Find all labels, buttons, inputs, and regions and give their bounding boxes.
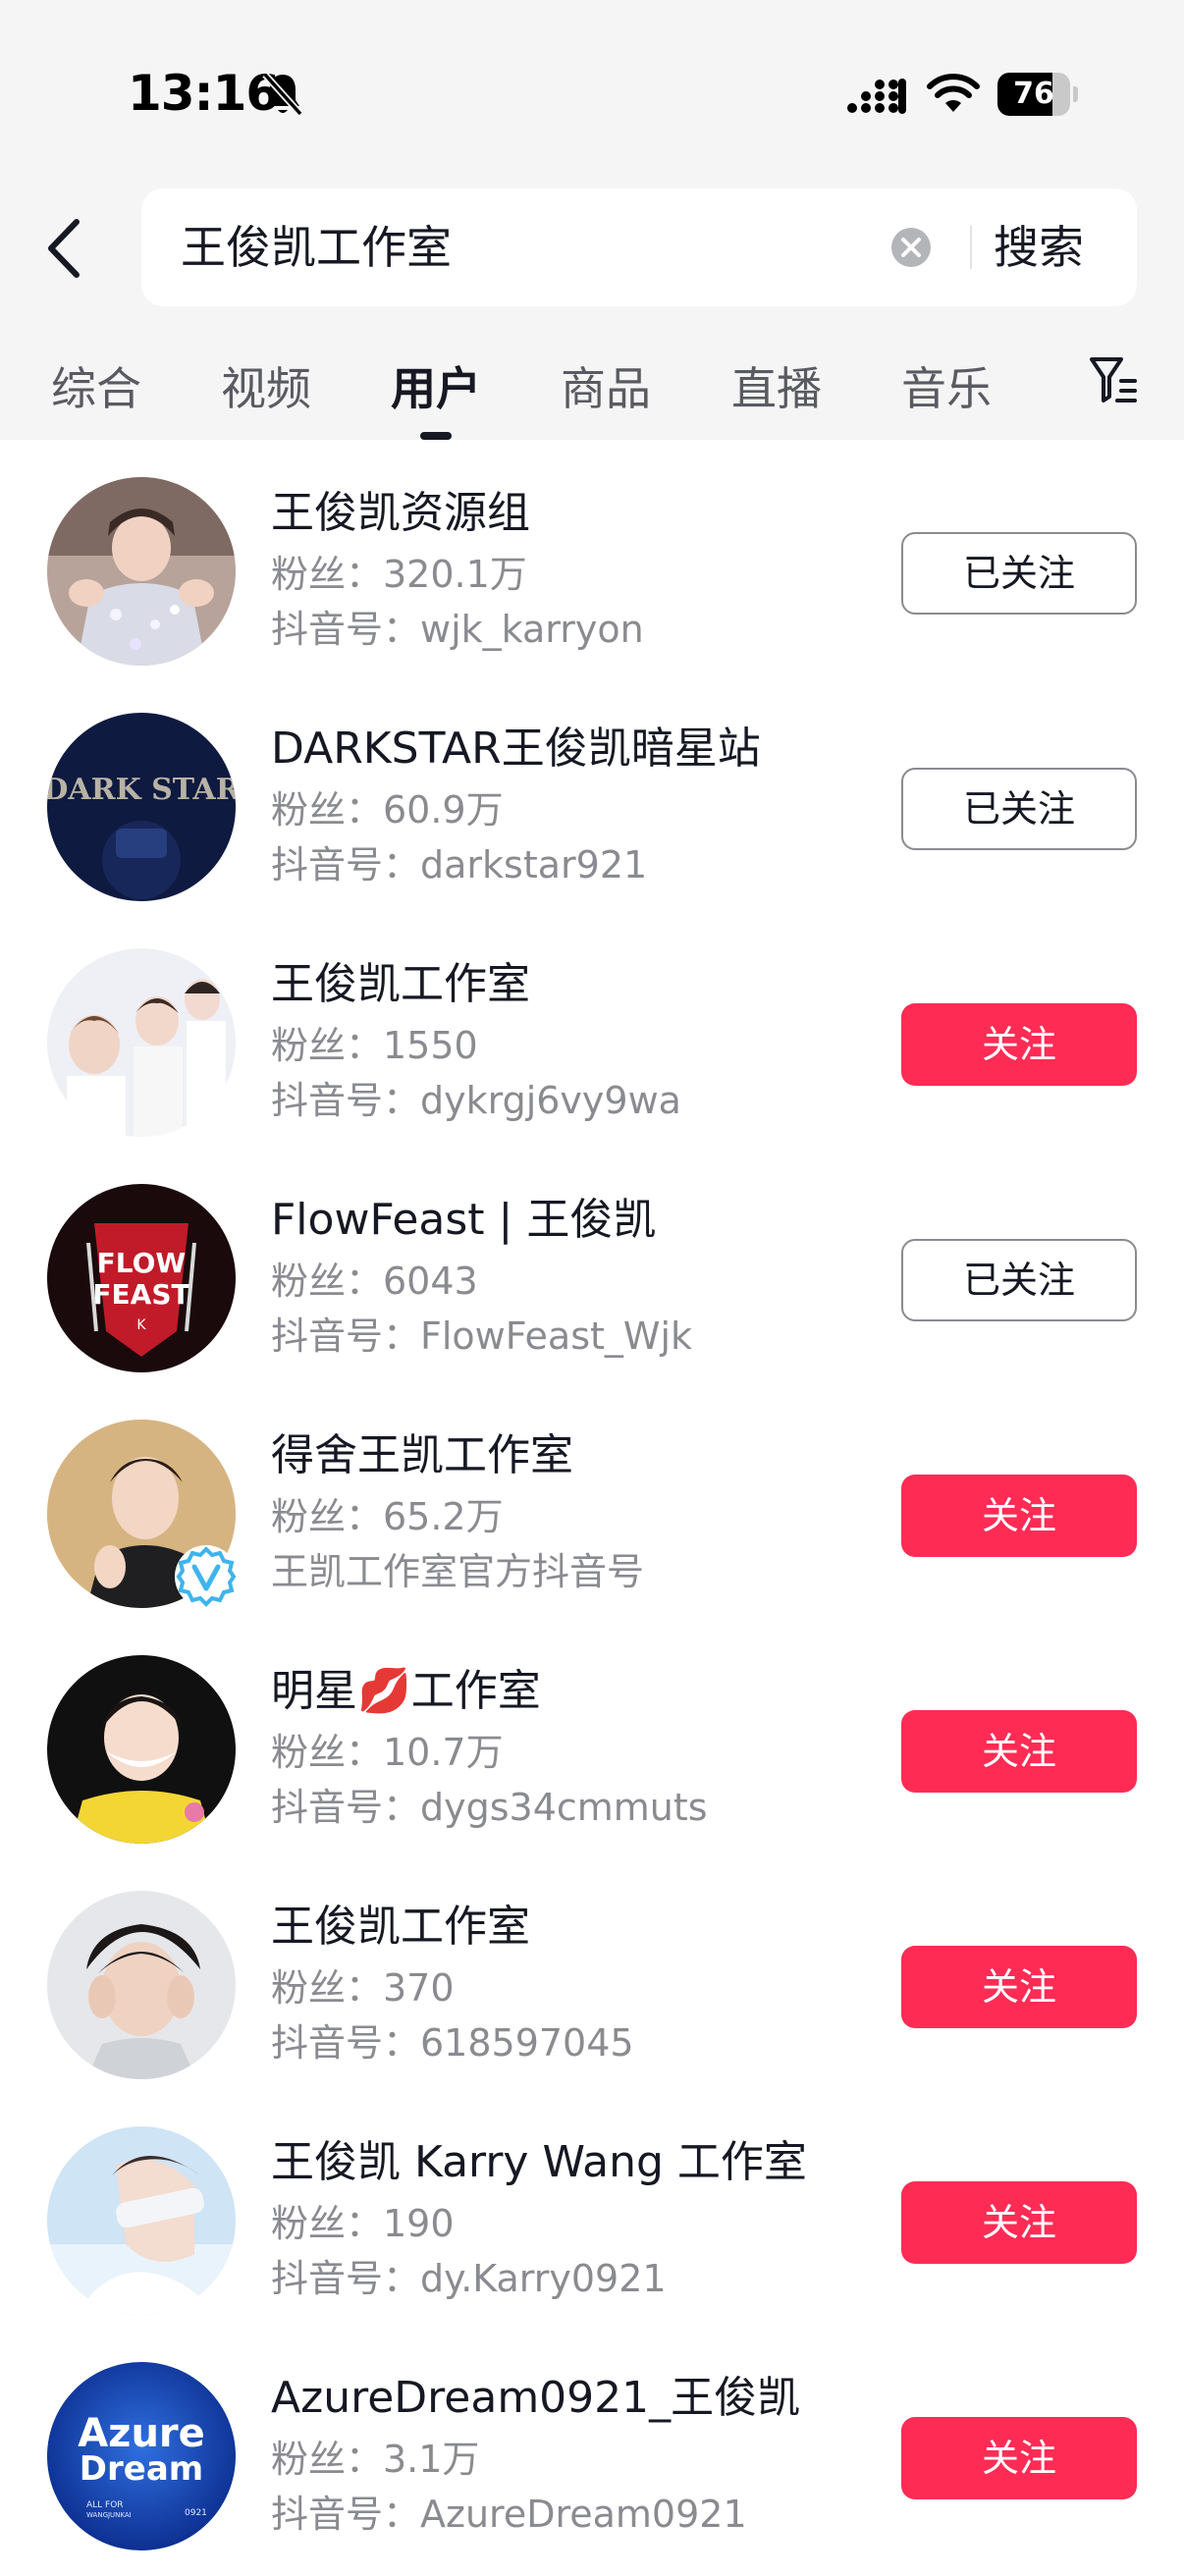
avatar-wangjunkai-text: WANGJUNKAI <box>86 2511 132 2519</box>
follow-button[interactable]: 关注 <box>901 1946 1137 2028</box>
avatar[interactable] <box>47 1891 236 2079</box>
user-id: 抖音号：618597045 <box>271 2021 634 2065</box>
user-fans: 粉丝：1550 <box>271 1024 478 1067</box>
avatar[interactable]: Azure Dream ALL FOR WANGJUNKAI 0921 <box>47 2362 236 2550</box>
user-id: 抖音号：dygs34cmmuts <box>271 1786 708 1829</box>
bell-off-icon <box>262 72 303 117</box>
avatar[interactable] <box>47 1655 236 1844</box>
user-id: 抖音号：darkstar921 <box>271 843 648 886</box>
avatar[interactable] <box>47 2126 236 2315</box>
tab-live[interactable]: 直播 <box>731 353 822 418</box>
user-fans: 粉丝：60.9万 <box>271 788 504 832</box>
user-name: 王俊凯资源组 <box>271 488 530 538</box>
followed-button[interactable]: 已关注 <box>901 1239 1137 1321</box>
clear-icon[interactable] <box>889 226 933 269</box>
avatar-feast-text: FEAST <box>92 1278 189 1311</box>
user-row[interactable]: DARK STAR DARKSTAR王俊凯暗星站 粉丝：60.9万 抖音号：da… <box>0 691 1184 927</box>
search-input[interactable]: 王俊凯工作室 <box>181 188 452 306</box>
verified-icon <box>175 1545 238 1608</box>
follow-button[interactable]: 关注 <box>901 1475 1137 1557</box>
avatar-flow-text: FLOW <box>97 1247 187 1279</box>
wifi-icon <box>927 74 980 112</box>
user-row[interactable]: 王俊凯工作室 粉丝：1550 抖音号：dykrgj6vy9wa 关注 <box>0 927 1184 1162</box>
tab-users[interactable]: 用户 <box>391 353 481 418</box>
user-row[interactable]: 王俊凯资源组 粉丝：320.1万 抖音号：wjk_karryon 已关注 <box>0 456 1184 691</box>
back-arrow-icon[interactable] <box>43 216 86 281</box>
avatar-k-text: K <box>136 1317 146 1333</box>
search-bar[interactable]: 王俊凯工作室 搜索 <box>141 188 1137 306</box>
tab-music[interactable]: 音乐 <box>901 353 992 418</box>
user-name: 得舍王凯工作室 <box>271 1430 573 1480</box>
avatar[interactable]: DARK STAR <box>47 713 236 901</box>
follow-button[interactable]: 关注 <box>901 2181 1137 2264</box>
user-name: 明星💋工作室 <box>271 1666 541 1716</box>
user-fans: 粉丝：190 <box>271 2202 455 2245</box>
user-fans: 粉丝：65.2万 <box>271 1495 504 1538</box>
user-name: DARKSTAR王俊凯暗星站 <box>271 724 761 774</box>
user-id: 抖音号：dykrgj6vy9wa <box>271 1079 681 1122</box>
user-fans: 粉丝：370 <box>271 1966 455 2010</box>
user-fans: 粉丝：10.7万 <box>271 1731 504 1774</box>
avatar-dream-text: Dream <box>80 2449 203 2489</box>
avatar[interactable] <box>47 948 236 1137</box>
avatar[interactable] <box>47 477 236 666</box>
battery-level: 76 <box>1013 77 1054 111</box>
filter-icon[interactable] <box>1088 353 1139 406</box>
search-divider <box>970 226 972 269</box>
tab-products[interactable]: 商品 <box>561 353 651 418</box>
status-time: 13:16 <box>128 65 280 122</box>
avatar-allfor-text: ALL FOR <box>86 2500 124 2510</box>
follow-button[interactable]: 关注 <box>901 2417 1137 2499</box>
user-name: 王俊凯 Karry Wang 工作室 <box>271 2137 807 2187</box>
user-row[interactable]: FLOW FEAST K FlowFeast | 王俊凯 粉丝：6043 抖音号… <box>0 1162 1184 1398</box>
followed-button[interactable]: 已关注 <box>901 532 1137 615</box>
user-row[interactable]: Azure Dream ALL FOR WANGJUNKAI 0921 Azur… <box>0 2340 1184 2576</box>
user-row[interactable]: 明星💋工作室 粉丝：10.7万 抖音号：dygs34cmmuts 关注 <box>0 1634 1184 1869</box>
tab-comprehensive[interactable]: 综合 <box>51 353 141 418</box>
user-id: 抖音号：FlowFeast_Wjk <box>271 1315 693 1358</box>
avatar[interactable]: FLOW FEAST K <box>47 1184 236 1372</box>
tab-videos[interactable]: 视频 <box>221 353 311 418</box>
user-name: 王俊凯工作室 <box>271 959 530 1009</box>
user-name: 王俊凯工作室 <box>271 1902 530 1952</box>
user-id: 抖音号：AzureDream0921 <box>271 2493 747 2536</box>
user-row[interactable]: 王俊凯 Karry Wang 工作室 粉丝：190 抖音号：dy.Karry09… <box>0 2105 1184 2340</box>
avatar-darkstar-text: DARK STAR <box>47 773 236 807</box>
user-fans: 粉丝：6043 <box>271 1260 478 1303</box>
user-fans: 粉丝：3.1万 <box>271 2438 480 2481</box>
battery-icon: 76 <box>997 73 1078 116</box>
avatar-0921-text: 0921 <box>185 2508 207 2518</box>
user-id: 抖音号：dy.Karry0921 <box>271 2257 667 2300</box>
follow-button[interactable]: 关注 <box>901 1710 1137 1793</box>
user-name: AzureDream0921_王俊凯 <box>271 2373 801 2423</box>
user-row[interactable]: 得舍王凯工作室 粉丝：65.2万 王凯工作室官方抖音号 关注 <box>0 1398 1184 1634</box>
follow-button[interactable]: 关注 <box>901 1003 1137 1086</box>
search-button[interactable]: 搜索 <box>994 188 1084 306</box>
user-id: 抖音号：wjk_karryon <box>271 608 644 651</box>
user-row[interactable]: 王俊凯工作室 粉丝：370 抖音号：618597045 关注 <box>0 1869 1184 2105</box>
signal-icon <box>847 79 906 114</box>
user-name: FlowFeast | 王俊凯 <box>271 1195 657 1245</box>
followed-button[interactable]: 已关注 <box>901 768 1137 850</box>
user-fans: 粉丝：320.1万 <box>271 553 527 596</box>
user-description: 王凯工作室官方抖音号 <box>271 1550 645 1593</box>
active-tab-indicator <box>420 432 452 440</box>
